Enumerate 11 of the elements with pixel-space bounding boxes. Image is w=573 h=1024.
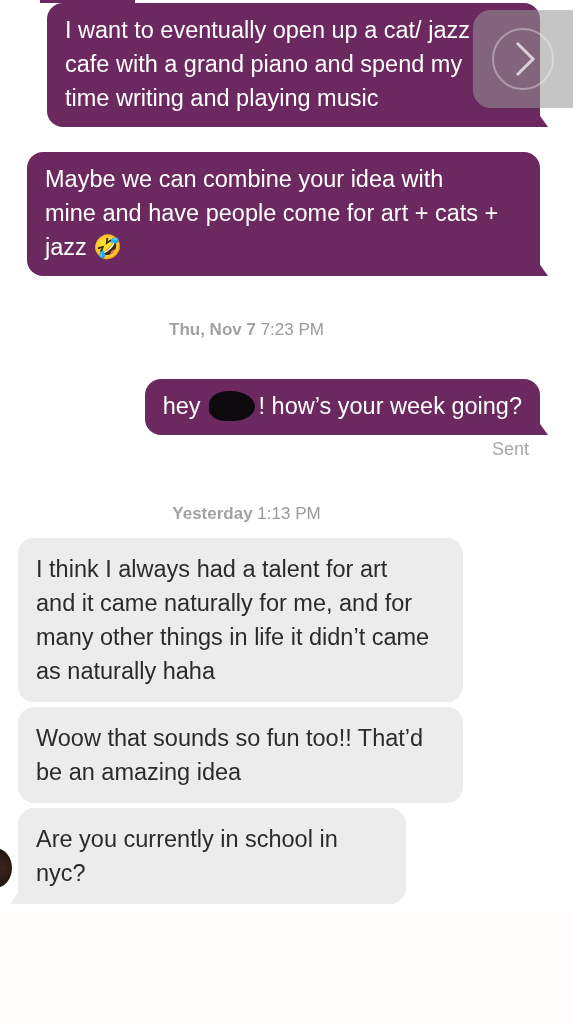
- message-text: I think I always had a talent for art and it came naturally for me, and for many other things in life it didn’t came as naturally haha: [36, 556, 430, 684]
- next-button[interactable]: [473, 10, 573, 108]
- message-text: Woow that sounds so fun too!! That’d be an amazing idea: [36, 725, 424, 785]
- message-text: hey: [162, 392, 201, 421]
- message-text: Are you currently in school in nyc?: [36, 826, 338, 886]
- message-text: I want to eventually open up a cat/ jazz cafe with a grand piano and spend my time writing and playing music: [65, 17, 470, 111]
- timestamp: Thu, Nov 7 7:23 PM: [168, 320, 325, 340]
- message-text: Maybe we can combine your idea with mine and have people come for art + cats + jazz 🤣: [45, 166, 499, 260]
- message-text: ! how’s your week going?: [258, 392, 522, 421]
- delivery-status: Sent: [491, 439, 529, 460]
- timestamp: Yesterday 1:13 PM: [171, 504, 322, 524]
